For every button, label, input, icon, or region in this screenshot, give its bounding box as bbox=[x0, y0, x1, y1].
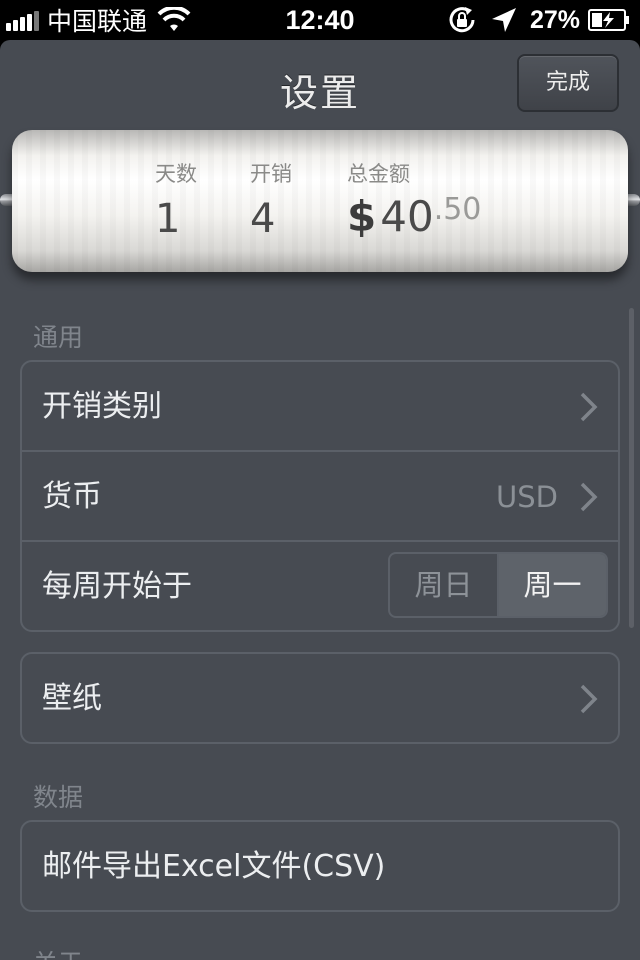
done-button[interactable]: 完成 bbox=[517, 54, 619, 112]
wallpaper-group: 壁纸 bbox=[20, 652, 620, 744]
chevron-right-icon bbox=[580, 684, 598, 714]
settings-panel: 设置 完成 天数 1 开销 4 总金额 $ 40 .50 通用 开销类别 货币 … bbox=[0, 40, 640, 960]
week-option-monday[interactable]: 周一 bbox=[497, 554, 606, 616]
navigation-bar: 设置 完成 bbox=[0, 40, 640, 136]
wallpaper-label: 壁纸 bbox=[42, 681, 102, 716]
week-start-row: 每周开始于 周日 周一 bbox=[22, 542, 618, 632]
general-settings-group: 开销类别 货币 USD 每周开始于 周日 周一 bbox=[20, 360, 620, 632]
battery-percent: 27% bbox=[529, 5, 580, 34]
export-csv-label: 邮件导出Excel文件(CSV) bbox=[42, 849, 386, 884]
week-option-sunday[interactable]: 周日 bbox=[390, 554, 497, 616]
currency-symbol: $ bbox=[347, 192, 377, 241]
status-bar: 中国联通 12:40 27% bbox=[0, 0, 640, 40]
week-start-label: 每周开始于 bbox=[42, 569, 192, 604]
battery-charging-icon bbox=[588, 9, 629, 31]
expense-category-label: 开销类别 bbox=[42, 389, 162, 424]
export-csv-row[interactable]: 邮件导出Excel文件(CSV) bbox=[22, 822, 618, 912]
summary-scroll: 天数 1 开销 4 总金额 $ 40 .50 bbox=[12, 130, 628, 272]
data-section-header: 数据 bbox=[33, 783, 84, 812]
about-section-header: 关于 bbox=[33, 944, 83, 960]
scroll-indicator bbox=[629, 308, 634, 628]
week-start-segmented-control: 周日 周一 bbox=[388, 552, 608, 618]
currency-row[interactable]: 货币 USD bbox=[22, 452, 618, 542]
days-value: 1 bbox=[155, 196, 181, 242]
expense-category-row[interactable]: 开销类别 bbox=[22, 362, 618, 452]
data-group: 邮件导出Excel文件(CSV) bbox=[20, 820, 620, 912]
chevron-right-icon bbox=[580, 392, 598, 422]
total-amount-decimal: .50 bbox=[433, 192, 482, 227]
wallpaper-row[interactable]: 壁纸 bbox=[22, 654, 618, 744]
currency-value: USD bbox=[496, 480, 558, 514]
expenses-label: 开销 bbox=[250, 162, 292, 186]
currency-label: 货币 bbox=[42, 479, 102, 514]
rotation-lock-icon bbox=[449, 7, 475, 33]
chevron-right-icon bbox=[580, 482, 598, 512]
days-stat: 天数 1 bbox=[155, 158, 197, 242]
location-arrow-icon bbox=[491, 8, 516, 32]
total-amount-integer: 40 bbox=[380, 192, 434, 241]
total-stat: 总金额 $ 40 .50 bbox=[347, 158, 481, 241]
expenses-stat: 开销 4 bbox=[250, 158, 292, 242]
expenses-value: 4 bbox=[250, 196, 276, 242]
general-section-header: 通用 bbox=[33, 323, 84, 352]
days-label: 天数 bbox=[155, 162, 197, 186]
total-label: 总金额 bbox=[347, 162, 410, 186]
